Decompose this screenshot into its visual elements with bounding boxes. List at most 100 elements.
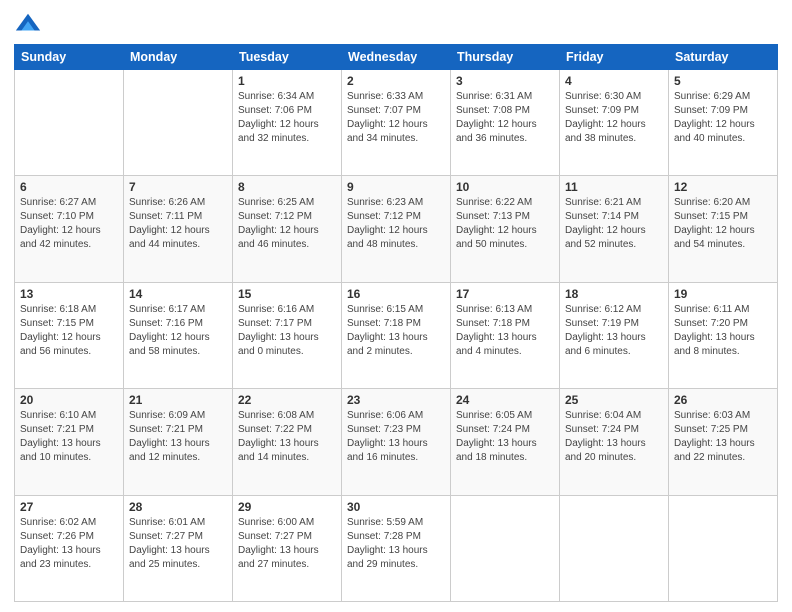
header	[14, 10, 778, 38]
day-header-monday: Monday	[124, 45, 233, 70]
calendar-cell: 2 Sunrise: 6:33 AM Sunset: 7:07 PM Daylig…	[342, 70, 451, 176]
day-info: Sunrise: 6:09 AM Sunset: 7:21 PM Dayligh…	[129, 409, 227, 465]
day-number: 3	[456, 74, 554, 88]
day-number: 29	[238, 500, 336, 514]
calendar-table: SundayMondayTuesdayWednesdayThursdayFrid…	[14, 44, 778, 602]
calendar-cell: 3Sunrise: 6:31 AM Sunset: 7:08 PM Daylig…	[451, 70, 560, 176]
calendar-cell: 15 Sunrise: 6:16 AM Sunset: 7:17 PM Dayli…	[233, 282, 342, 388]
day-info: Sunrise: 6:06 AM Sunset: 7:23 PM Dayligh…	[347, 409, 445, 465]
calendar-cell: 24 Sunrise: 6:05 AM Sunset: 7:24 PM Dayli…	[451, 389, 560, 495]
calendar-cell: 6 Sunrise: 6:27 AM Sunset: 7:10 PM Daylig…	[15, 176, 124, 282]
calendar-cell: 14 Sunrise: 6:17 AM Sunset: 7:16 PM Dayli…	[124, 282, 233, 388]
day-number: 15	[238, 287, 336, 301]
day-info: Sunrise: 6:22 AM Sunset: 7:13 PM Dayligh…	[456, 196, 554, 252]
day-number: 27	[20, 500, 118, 514]
day-number: 21	[129, 393, 227, 407]
day-header-saturday: Saturday	[669, 45, 778, 70]
day-number: 10	[456, 180, 554, 194]
day-info: Sunrise: 6:03 AM Sunset: 7:25 PM Dayligh…	[674, 409, 772, 465]
day-info: Sunrise: 6:11 AM Sunset: 7:20 PM Dayligh…	[674, 303, 772, 359]
calendar-cell: 28 Sunrise: 6:01 AM Sunset: 7:27 PM Dayli…	[124, 495, 233, 601]
calendar-cell: 4Sunrise: 6:30 AM Sunset: 7:09 PM Daylig…	[560, 70, 669, 176]
day-number: 4	[565, 74, 663, 88]
day-info: Sunrise: 6:29 AM Sunset: 7:09 PM Dayligh…	[674, 90, 772, 146]
day-number: 24	[456, 393, 554, 407]
day-number: 6	[20, 180, 118, 194]
day-number: 17	[456, 287, 554, 301]
day-info: Sunrise: 6:02 AM Sunset: 7:26 PM Dayligh…	[20, 516, 118, 572]
day-info: Sunrise: 6:08 AM Sunset: 7:22 PM Dayligh…	[238, 409, 336, 465]
day-info: Sunrise: 6:20 AM Sunset: 7:15 PM Dayligh…	[674, 196, 772, 252]
header-row: SundayMondayTuesdayWednesdayThursdayFrid…	[15, 45, 778, 70]
calendar-week-3: 13 Sunrise: 6:18 AM Sunset: 7:15 PM Dayli…	[15, 282, 778, 388]
calendar-cell: 18 Sunrise: 6:12 AM Sunset: 7:19 PM Dayli…	[560, 282, 669, 388]
day-info: Sunrise: 6:16 AM Sunset: 7:17 PM Dayligh…	[238, 303, 336, 359]
calendar-cell: 9 Sunrise: 6:23 AM Sunset: 7:12 PM Daylig…	[342, 176, 451, 282]
day-info: Sunrise: 6:21 AM Sunset: 7:14 PM Dayligh…	[565, 196, 663, 252]
day-number: 14	[129, 287, 227, 301]
calendar-cell: 8Sunrise: 6:25 AM Sunset: 7:12 PM Daylig…	[233, 176, 342, 282]
calendar-cell: 10 Sunrise: 6:22 AM Sunset: 7:13 PM Dayli…	[451, 176, 560, 282]
day-info: Sunrise: 6:34 AM Sunset: 7:06 PM Dayligh…	[238, 90, 336, 146]
calendar-cell	[669, 495, 778, 601]
day-number: 5	[674, 74, 772, 88]
day-info: Sunrise: 5:59 AM Sunset: 7:28 PM Dayligh…	[347, 516, 445, 572]
day-header-thursday: Thursday	[451, 45, 560, 70]
day-info: Sunrise: 6:25 AM Sunset: 7:12 PM Dayligh…	[238, 196, 336, 252]
day-number: 30	[347, 500, 445, 514]
day-header-friday: Friday	[560, 45, 669, 70]
day-info: Sunrise: 6:10 AM Sunset: 7:21 PM Dayligh…	[20, 409, 118, 465]
calendar-cell: 26 Sunrise: 6:03 AM Sunset: 7:25 PM Dayli…	[669, 389, 778, 495]
calendar-week-2: 6 Sunrise: 6:27 AM Sunset: 7:10 PM Daylig…	[15, 176, 778, 282]
day-info: Sunrise: 6:18 AM Sunset: 7:15 PM Dayligh…	[20, 303, 118, 359]
calendar-cell: 7Sunrise: 6:26 AM Sunset: 7:11 PM Daylig…	[124, 176, 233, 282]
calendar-header: SundayMondayTuesdayWednesdayThursdayFrid…	[15, 45, 778, 70]
day-number: 7	[129, 180, 227, 194]
day-info: Sunrise: 6:00 AM Sunset: 7:27 PM Dayligh…	[238, 516, 336, 572]
day-info: Sunrise: 6:01 AM Sunset: 7:27 PM Dayligh…	[129, 516, 227, 572]
calendar-cell: 1 Sunrise: 6:34 AM Sunset: 7:06 PM Daylig…	[233, 70, 342, 176]
calendar-cell: 5 Sunrise: 6:29 AM Sunset: 7:09 PM Daylig…	[669, 70, 778, 176]
calendar-cell: 17 Sunrise: 6:13 AM Sunset: 7:18 PM Dayli…	[451, 282, 560, 388]
day-number: 2	[347, 74, 445, 88]
calendar-week-4: 20 Sunrise: 6:10 AM Sunset: 7:21 PM Dayli…	[15, 389, 778, 495]
logo-icon	[14, 10, 42, 38]
day-info: Sunrise: 6:15 AM Sunset: 7:18 PM Dayligh…	[347, 303, 445, 359]
day-info: Sunrise: 6:33 AM Sunset: 7:07 PM Dayligh…	[347, 90, 445, 146]
day-number: 13	[20, 287, 118, 301]
day-number: 9	[347, 180, 445, 194]
day-header-wednesday: Wednesday	[342, 45, 451, 70]
day-number: 26	[674, 393, 772, 407]
calendar-cell: 22 Sunrise: 6:08 AM Sunset: 7:22 PM Dayli…	[233, 389, 342, 495]
day-info: Sunrise: 6:23 AM Sunset: 7:12 PM Dayligh…	[347, 196, 445, 252]
day-header-sunday: Sunday	[15, 45, 124, 70]
day-number: 16	[347, 287, 445, 301]
day-info: Sunrise: 6:27 AM Sunset: 7:10 PM Dayligh…	[20, 196, 118, 252]
calendar-cell	[451, 495, 560, 601]
logo	[14, 10, 46, 38]
calendar-cell: 13 Sunrise: 6:18 AM Sunset: 7:15 PM Dayli…	[15, 282, 124, 388]
day-info: Sunrise: 6:12 AM Sunset: 7:19 PM Dayligh…	[565, 303, 663, 359]
day-info: Sunrise: 6:17 AM Sunset: 7:16 PM Dayligh…	[129, 303, 227, 359]
day-number: 22	[238, 393, 336, 407]
calendar-week-1: 1 Sunrise: 6:34 AM Sunset: 7:06 PM Daylig…	[15, 70, 778, 176]
calendar-cell: 16 Sunrise: 6:15 AM Sunset: 7:18 PM Dayli…	[342, 282, 451, 388]
calendar-cell: 19 Sunrise: 6:11 AM Sunset: 7:20 PM Dayli…	[669, 282, 778, 388]
day-number: 28	[129, 500, 227, 514]
day-number: 1	[238, 74, 336, 88]
day-number: 25	[565, 393, 663, 407]
calendar-cell	[124, 70, 233, 176]
day-number: 18	[565, 287, 663, 301]
day-info: Sunrise: 6:05 AM Sunset: 7:24 PM Dayligh…	[456, 409, 554, 465]
calendar-cell: 23Sunrise: 6:06 AM Sunset: 7:23 PM Dayli…	[342, 389, 451, 495]
calendar-cell: 25 Sunrise: 6:04 AM Sunset: 7:24 PM Dayli…	[560, 389, 669, 495]
day-header-tuesday: Tuesday	[233, 45, 342, 70]
day-info: Sunrise: 6:13 AM Sunset: 7:18 PM Dayligh…	[456, 303, 554, 359]
day-info: Sunrise: 6:04 AM Sunset: 7:24 PM Dayligh…	[565, 409, 663, 465]
calendar-cell: 11 Sunrise: 6:21 AM Sunset: 7:14 PM Dayli…	[560, 176, 669, 282]
day-number: 11	[565, 180, 663, 194]
day-number: 19	[674, 287, 772, 301]
calendar-cell	[560, 495, 669, 601]
calendar-cell	[15, 70, 124, 176]
day-number: 20	[20, 393, 118, 407]
